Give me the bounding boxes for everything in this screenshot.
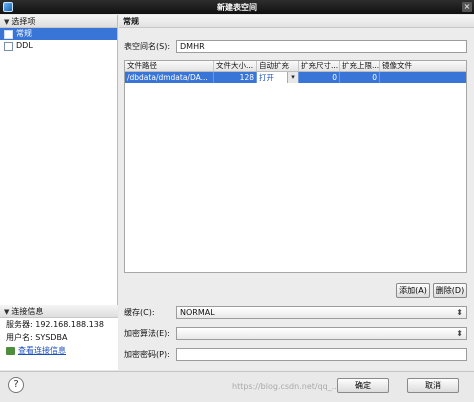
view-connection-row: 查看连接信息: [0, 344, 118, 357]
help-icon[interactable]: ?: [8, 377, 24, 393]
encrypt-algo-row: 加密算法(E): ⬍: [124, 326, 467, 340]
nav-item-general[interactable]: 常规: [0, 28, 117, 40]
collapse-arrow-icon[interactable]: ▼: [4, 308, 9, 316]
options-section-label: 选择项: [11, 17, 36, 26]
connection-info: ▼ 连接信息 服务器: 192.168.188.138 用户名: SYSDBA 查…: [0, 305, 118, 370]
options-section-header[interactable]: ▼ 选择项: [0, 15, 117, 28]
view-connection-link[interactable]: 查看连接信息: [6, 344, 118, 357]
spinner-arrows-icon[interactable]: ⬍: [456, 328, 463, 339]
user-value: SYSDBA: [35, 333, 68, 342]
mirror-file-cell[interactable]: [380, 72, 466, 83]
encrypt-pwd-row: 加密密码(P):: [124, 347, 467, 361]
cache-value: NORMAL: [180, 307, 215, 317]
view-connection-label: 查看连接信息: [18, 346, 66, 355]
window-title: 新建表空间: [217, 3, 257, 12]
table-header: 文件路径 文件大小... 自动扩充 扩充尺寸... 扩充上限... 镜像文件: [125, 61, 466, 72]
window-titlebar: 新建表空间 ×: [0, 0, 474, 14]
column-header[interactable]: 自动扩充: [257, 61, 299, 71]
page-icon: [4, 41, 13, 51]
extend-size-cell[interactable]: 0: [299, 72, 340, 83]
table-row[interactable]: /dbdata/dmdata/DA... 128 打开 ▾ 0 0: [125, 72, 466, 83]
pane-title: 常规: [119, 15, 474, 28]
delete-button[interactable]: 删除(D): [433, 283, 467, 298]
tablespace-name-row: 表空间名(S): DMHR: [124, 39, 467, 53]
connection-section-label: 连接信息: [11, 307, 44, 316]
user-row: 用户名: SYSDBA: [0, 331, 118, 344]
connection-icon: [6, 346, 15, 355]
cache-label: 缓存(C):: [124, 307, 155, 317]
column-header[interactable]: 文件路径: [125, 61, 214, 71]
add-button[interactable]: 添加(A): [396, 283, 430, 298]
extend-max-cell[interactable]: 0: [340, 72, 380, 83]
collapse-arrow-icon[interactable]: ▼: [4, 18, 9, 26]
page-icon: [4, 29, 13, 39]
ok-button[interactable]: 确定: [337, 378, 389, 393]
cache-row: 缓存(C): NORMAL ⬍: [124, 305, 467, 319]
server-label: 服务器:: [6, 320, 33, 329]
file-path-cell[interactable]: /dbdata/dmdata/DA...: [125, 72, 214, 83]
dialog-footer: ? https://blog.csdn.net/qq_... 确定 取消: [0, 371, 474, 402]
encrypt-password-input[interactable]: [176, 347, 467, 361]
encrypt-pwd-label: 加密密码(P):: [124, 349, 170, 359]
encrypt-algo-label: 加密算法(E):: [124, 328, 170, 338]
file-size-cell[interactable]: 128: [214, 72, 257, 83]
chevron-down-icon[interactable]: ▾: [287, 72, 298, 83]
column-header[interactable]: 镜像文件: [380, 61, 466, 71]
cancel-button[interactable]: 取消: [407, 378, 459, 393]
nav-item-ddl[interactable]: DDL: [0, 40, 117, 52]
column-header[interactable]: 扩充尺寸...: [299, 61, 340, 71]
tablespace-name-label: 表空间名(S):: [124, 41, 171, 51]
column-header[interactable]: 文件大小...: [214, 61, 257, 71]
spinner-arrows-icon[interactable]: ⬍: [456, 307, 463, 318]
server-row: 服务器: 192.168.188.138: [0, 318, 118, 331]
column-header[interactable]: 扩充上限...: [340, 61, 380, 71]
auto-extend-combo[interactable]: 打开 ▾: [257, 72, 299, 83]
cache-select[interactable]: NORMAL ⬍: [176, 305, 467, 319]
datafile-table: 文件路径 文件大小... 自动扩充 扩充尺寸... 扩充上限... 镜像文件 /…: [124, 60, 467, 273]
tablespace-name-input[interactable]: DMHR: [176, 39, 467, 53]
nav-item-label: 常规: [16, 29, 32, 38]
auto-extend-value: 打开: [259, 73, 274, 82]
user-label: 用户名:: [6, 333, 33, 342]
close-icon[interactable]: ×: [462, 2, 472, 12]
nav-item-label: DDL: [16, 41, 33, 50]
encrypt-algo-select[interactable]: ⬍: [176, 326, 467, 340]
watermark-text: https://blog.csdn.net/qq_...: [232, 382, 340, 391]
server-value: 192.168.188.138: [35, 320, 104, 329]
left-panel: ▼ 选择项 常规 DDL ▼ 连接信息 服务器: 192.168.188.138 用…: [0, 15, 118, 370]
general-pane: 常规 表空间名(S): DMHR 文件路径 文件大小... 自动扩充 扩充尺寸.…: [119, 15, 474, 370]
connection-section-header[interactable]: ▼ 连接信息: [0, 305, 118, 318]
